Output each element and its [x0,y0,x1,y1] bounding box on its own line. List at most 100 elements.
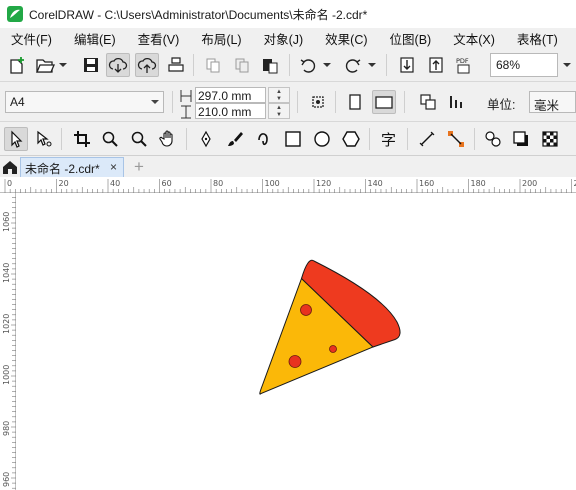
title-bar: CorelDRAW - C:\Users\Administrator\Docum… [0,0,576,28]
window-title: CorelDRAW - C:\Users\Administrator\Docum… [29,7,368,22]
ruler-label: 1040 [2,263,11,283]
page-size-value: A4 [10,95,25,109]
pan-tool-hand-icon[interactable] [156,127,180,151]
freehand-curve-icon[interactable] [252,127,276,151]
svg-text:字: 字 [381,131,396,148]
zoom-tool-icon[interactable] [98,127,122,151]
height-icon [181,105,191,119]
tab-document[interactable]: 未命名 -2.cdr* × [20,157,124,177]
toolbar-separator [386,54,387,76]
tab-document-label: 未命名 -2.cdr* [25,162,100,176]
page-height-input[interactable]: 210.0 mm [195,103,266,119]
vertical-ruler[interactable]: 1060 1040 1020 1000 980 960 [0,193,16,490]
toolbar-separator [193,54,194,76]
toolbar-separator [404,91,405,113]
toolbar-separator [369,128,370,150]
add-tab-button[interactable]: + [129,157,149,177]
pick-tool-icon[interactable] [4,127,28,151]
page-height-stepper[interactable]: ▲ ▼ [268,103,290,119]
ruler-label: 140 [368,179,383,188]
menu-file[interactable]: 文件(F) [0,29,52,48]
cloud-upload-icon[interactable] [135,53,159,77]
shape-tool-icon[interactable] [32,127,56,151]
units-label: 单位: [487,98,516,112]
ruler-label: 1020 [2,314,11,334]
menu-effects[interactable]: 效果(C) [303,29,367,48]
dimension-tool-icon[interactable] [415,127,439,151]
menu-edit[interactable]: 编辑(E) [52,29,116,48]
pizza-slice-drawing[interactable] [17,194,576,490]
print-icon[interactable] [164,53,188,77]
cut-icon[interactable] [201,53,225,77]
toolbar-separator [186,128,187,150]
blend-tool-icon[interactable] [481,127,505,151]
pepperoni-bottom[interactable] [288,355,302,368]
menu-table[interactable]: 表格(T) [495,29,558,48]
ruler-label: 180 [471,179,486,188]
connector-tool-icon[interactable] [444,127,468,151]
paste-icon[interactable] [258,53,282,77]
zoom-dropdown-chevron-icon[interactable] [560,53,574,77]
transparency-tool-icon[interactable] [538,127,562,151]
drawing-canvas[interactable] [17,194,576,490]
horizontal-ruler[interactable]: 020406080100120140160180200220 [0,177,576,193]
toolbar-separator [297,91,298,113]
menu-text[interactable]: 文本(X) [431,29,495,48]
redo-icon[interactable] [341,53,365,77]
ruler-label: 1060 [2,212,11,232]
crop-tool-icon[interactable] [70,127,94,151]
ruler-label: 0 [7,179,12,188]
all-pages-layout-icon[interactable] [416,90,440,114]
page-width-input[interactable]: 297.0 mm [195,87,266,103]
ruler-label: 960 [2,472,11,487]
page-size-select[interactable]: A4 [5,91,164,113]
rectangle-tool-icon[interactable] [281,127,305,151]
drop-shadow-tool-icon[interactable] [509,127,533,151]
home-icon[interactable] [1,158,19,176]
copy-icon[interactable] [230,53,254,77]
page-width-stepper[interactable]: ▲ ▼ [268,87,290,103]
toolbox: 字 [0,122,576,156]
open-folder-icon[interactable] [33,53,57,77]
units-select[interactable]: 毫米 [529,91,576,113]
menu-view[interactable]: 查看(V) [116,29,180,48]
menu-object[interactable]: 对象(J) [242,29,304,48]
ruler-label: 120 [316,179,331,188]
text-tool-icon[interactable]: 字 [377,127,401,151]
ellipse-tool-icon[interactable] [310,127,334,151]
ruler-label: 980 [2,421,11,436]
pan-zoom-tool-icon[interactable] [127,127,151,151]
pepperoni-top[interactable] [300,304,312,316]
ruler-label: 60 [162,179,172,188]
publish-pdf-icon[interactable]: PDF [452,53,476,77]
cloud-download-icon[interactable] [106,53,130,77]
save-icon[interactable] [79,53,103,77]
pen-tool-icon[interactable] [194,127,218,151]
open-dropdown-chevron-icon[interactable] [59,53,67,77]
current-page-layout-icon[interactable] [444,90,468,114]
ruler-label: 40 [110,179,120,188]
ruler-label: 160 [419,179,434,188]
polygon-tool-icon[interactable] [339,127,363,151]
menu-layout[interactable]: 布局(L) [179,29,241,48]
tab-close-icon[interactable]: × [110,160,117,174]
ruler-label: 1000 [2,365,11,385]
all-pages-icon[interactable] [306,90,330,114]
pdf-label: PDF [456,57,469,65]
toolbar-separator [289,54,290,76]
portrait-orientation-icon[interactable] [343,90,367,114]
landscape-orientation-icon[interactable] [372,90,396,114]
redo-dropdown-chevron-icon[interactable] [368,53,376,77]
toolbar-separator [61,128,62,150]
menu-bar: 文件(F) 编辑(E) 查看(V) 布局(L) 对象(J) 效果(C) 位图(B… [0,28,576,48]
ruler-label: 100 [265,179,280,188]
zoom-level-input[interactable]: 68% [490,53,558,77]
menu-bitmaps[interactable]: 位图(B) [368,29,432,48]
undo-dropdown-chevron-icon[interactable] [323,53,331,77]
export-icon[interactable] [424,53,448,77]
undo-icon[interactable] [296,53,320,77]
new-document-icon[interactable] [5,53,29,77]
pepperoni-middle[interactable] [329,345,337,353]
brush-tool-icon[interactable] [223,127,247,151]
import-icon[interactable] [395,53,419,77]
